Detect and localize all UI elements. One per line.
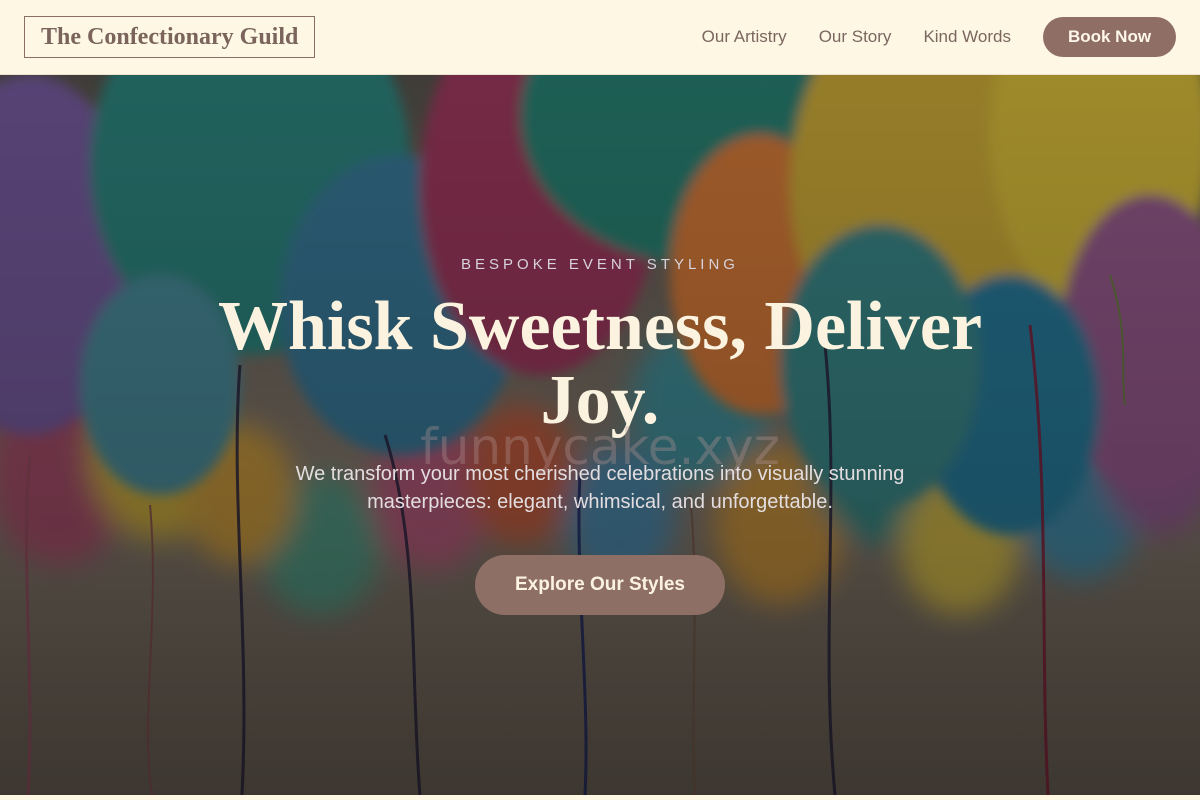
hero-subtext: We transform your most cherished celebra…: [295, 463, 905, 513]
main-nav: Our Artistry Our Story Kind Words Book N…: [670, 17, 1176, 57]
hero-eyebrow: BESPOKE EVENT STYLING: [461, 256, 739, 273]
site-logo[interactable]: The Confectionary Guild: [24, 16, 316, 58]
nav-link-kind-words[interactable]: Kind Words: [923, 27, 1011, 47]
hero-content: BESPOKE EVENT STYLING Whisk Sweetness, D…: [0, 75, 1200, 795]
hero-headline: Whisk Sweetness, Deliver Joy.: [217, 288, 983, 439]
page-bottom-strip: [0, 795, 1200, 800]
nav-link-our-artistry[interactable]: Our Artistry: [702, 27, 787, 47]
site-header: The Confectionary Guild Our Artistry Our…: [0, 0, 1200, 75]
hero-section: BESPOKE EVENT STYLING Whisk Sweetness, D…: [0, 75, 1200, 795]
book-now-button[interactable]: Book Now: [1043, 17, 1176, 57]
nav-link-our-story[interactable]: Our Story: [819, 27, 892, 47]
explore-styles-button[interactable]: Explore Our Styles: [475, 555, 725, 615]
